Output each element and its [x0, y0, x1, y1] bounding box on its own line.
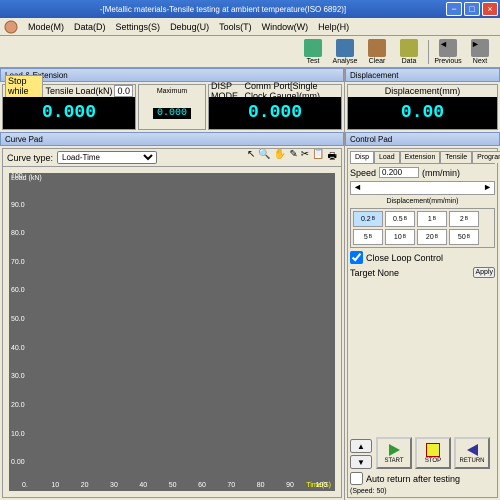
- x-tick: 80: [257, 482, 265, 489]
- x-tick: 10: [51, 482, 59, 489]
- hand-icon[interactable]: ✋: [274, 149, 286, 166]
- speed-preset-50[interactable]: 50B: [449, 229, 479, 245]
- x-tick: 70: [227, 482, 235, 489]
- plot-area[interactable]: Load (kN) Time(S) 100.90.080.070.060.050…: [9, 173, 335, 491]
- menu-settings[interactable]: Settings(S): [116, 22, 161, 32]
- y-tick: 10.0: [11, 431, 25, 438]
- tab-program[interactable]: Program: [472, 151, 500, 163]
- speed-preset-0.2[interactable]: 0.2B: [353, 211, 383, 227]
- close-button[interactable]: ×: [482, 2, 498, 16]
- speed-input[interactable]: [379, 167, 419, 178]
- jog-up-button[interactable]: ▲: [350, 439, 372, 453]
- tab-tensile[interactable]: Tensile: [440, 151, 472, 163]
- zoom-icon[interactable]: 🔍: [258, 149, 270, 166]
- jog-down-button[interactable]: ▼: [350, 455, 372, 469]
- analyse-button[interactable]: Analyse: [329, 39, 361, 65]
- auto-return-checkbox[interactable]: [350, 472, 363, 485]
- return-button[interactable]: RETURN: [454, 437, 490, 469]
- start-button[interactable]: START: [376, 437, 412, 469]
- copy-icon[interactable]: 📋: [312, 149, 324, 166]
- app-icon: [4, 20, 18, 34]
- data-button[interactable]: Data: [393, 39, 425, 65]
- y-tick: 60.0: [11, 287, 25, 294]
- curve-type-select[interactable]: Load-Time: [57, 151, 157, 164]
- y-tick: 70.0: [11, 259, 25, 266]
- speed-preset-20[interactable]: 20B: [417, 229, 447, 245]
- x-tick: 50: [169, 482, 177, 489]
- y-tick: 30.0: [11, 373, 25, 380]
- y-tick: 90.0: [11, 202, 25, 209]
- disp-display: 0.000: [209, 97, 341, 129]
- toolbar: Test Analyse Clear Data ◄Previous ►Next: [0, 36, 500, 68]
- pointer-icon[interactable]: ↖: [247, 149, 255, 166]
- y-tick: 80.0: [11, 230, 25, 237]
- apply-button[interactable]: Apply: [473, 267, 495, 278]
- tab-disp[interactable]: Disp: [350, 151, 374, 163]
- x-tick: 100: [315, 482, 327, 489]
- tab-load[interactable]: Load: [374, 151, 400, 163]
- x-tick: 20: [81, 482, 89, 489]
- y-tick: 20.0: [11, 402, 25, 409]
- menu-mode[interactable]: Mode(M): [28, 22, 64, 32]
- menu-tools[interactable]: Tools(T): [219, 22, 252, 32]
- minimize-button[interactable]: −: [446, 2, 462, 16]
- x-tick: 60: [198, 482, 206, 489]
- y-tick: 0.00: [11, 459, 25, 466]
- speed-preset-5[interactable]: 5B: [353, 229, 383, 245]
- grid-label: Displacement(mm/min): [350, 198, 495, 205]
- y-tick: 40.0: [11, 345, 25, 352]
- menu-help[interactable]: Help(H): [318, 22, 349, 32]
- menu-data[interactable]: Data(D): [74, 22, 106, 32]
- x-tick: 0.: [22, 482, 28, 489]
- speed-preset-10[interactable]: 10B: [385, 229, 415, 245]
- displacement-display: 0.00: [348, 97, 497, 129]
- y-tick: 50.0: [11, 316, 25, 323]
- target-label: Target None: [350, 268, 399, 278]
- disp-readout: DISP MODE Comm Port[Single Clock Gauge](…: [208, 84, 342, 130]
- stop-button[interactable]: STOP: [415, 437, 451, 469]
- max-readout: Maximum 0.000: [138, 84, 206, 130]
- menubar: Mode(M) Data(D) Settings(S) Debug(U) Too…: [0, 18, 500, 36]
- x-tick: 40: [139, 482, 147, 489]
- tab-extension[interactable]: Extension: [400, 151, 441, 163]
- x-tick: 90: [286, 482, 294, 489]
- menu-debug[interactable]: Debug(U): [170, 22, 209, 32]
- x-tick: 30: [110, 482, 118, 489]
- menu-window[interactable]: Window(W): [262, 22, 309, 32]
- load-extension-header: Load & Extension: [0, 68, 344, 82]
- pencil-icon[interactable]: ✎: [289, 149, 297, 166]
- print-icon[interactable]: 🖶: [328, 149, 337, 166]
- next-button[interactable]: ►Next: [464, 39, 496, 65]
- speed-preset-0.5[interactable]: 0.5B: [385, 211, 415, 227]
- curve-pad-header: Curve Pad: [0, 132, 344, 146]
- load-readout: Stop while destroy Tensile Load(kN) 0.0 …: [2, 84, 136, 130]
- speed-label: Speed: [350, 168, 376, 178]
- speed-slider[interactable]: ◄►: [350, 181, 495, 195]
- clear-button[interactable]: Clear: [361, 39, 393, 65]
- displacement-readout: Displacement(mm) 0.00: [347, 84, 498, 130]
- curve-type-label: Curve type:: [7, 153, 53, 163]
- speed-footer: (Speed: 50): [350, 488, 495, 495]
- previous-button[interactable]: ◄Previous: [432, 39, 464, 65]
- close-loop-checkbox[interactable]: [350, 251, 363, 264]
- y-tick: 100.: [11, 173, 25, 180]
- displacement-header: Displacement: [345, 68, 500, 82]
- speed-preset-1[interactable]: 1B: [417, 211, 447, 227]
- maximize-button[interactable]: □: [464, 2, 480, 16]
- cut-icon[interactable]: ✂: [301, 149, 309, 166]
- speed-preset-2[interactable]: 2B: [449, 211, 479, 227]
- load-display: 0.000: [3, 97, 135, 129]
- test-button[interactable]: Test: [297, 39, 329, 65]
- window-title: -[Metallic materials-Tensile testing at …: [2, 5, 444, 14]
- control-pad-header: Control Pad: [345, 132, 500, 146]
